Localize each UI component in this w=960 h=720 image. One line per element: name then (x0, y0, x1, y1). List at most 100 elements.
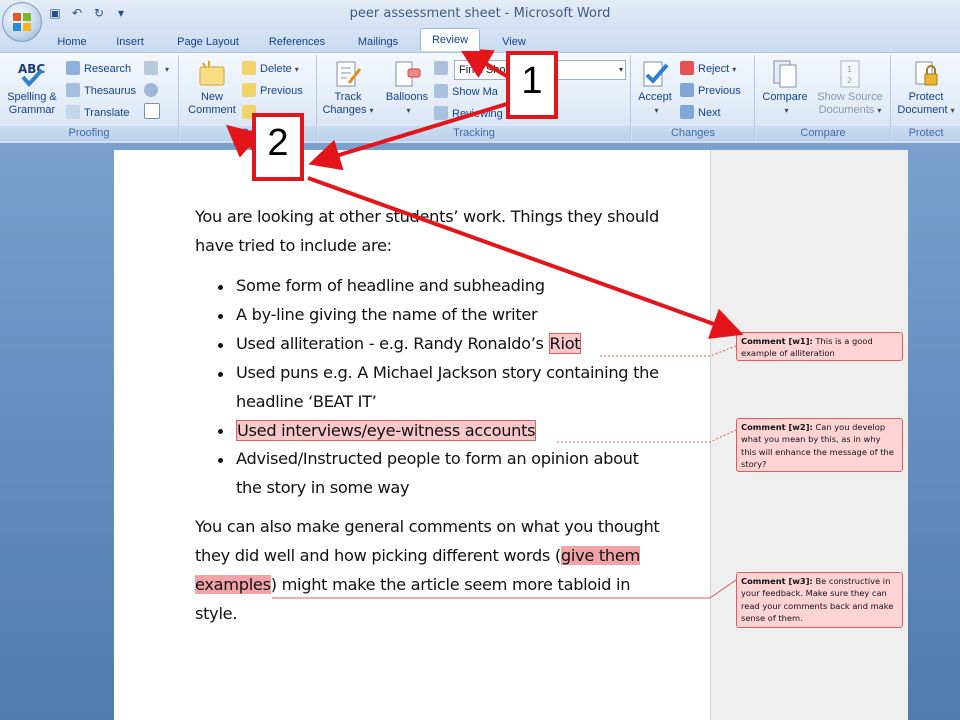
comment-anchor-riot[interactable]: Riot (548, 333, 582, 354)
track-changes-icon (336, 61, 362, 87)
reviewing-pane-icon (434, 106, 448, 120)
thesaurus-label: Thesaurus (84, 85, 136, 97)
next-change-button[interactable]: Next (680, 103, 721, 123)
bullet-item: Advised/Instructed people to form an opi… (236, 449, 639, 468)
comment-anchor-examples[interactable]: examples (195, 575, 271, 594)
para2-line-1: You can also make general comments on wh… (195, 517, 660, 536)
ribbon: ABC Spelling & Grammar Research Thesauru… (0, 52, 960, 144)
spelling-check-icon: ABC (18, 62, 45, 88)
intro-line-2: have tried to include are: (195, 236, 392, 255)
bullet-item: A by-line giving the name of the writer (236, 305, 538, 324)
window-title: peer assessment sheet - Microsoft Word (349, 6, 611, 21)
translate-button[interactable]: Translate (66, 103, 129, 123)
bullet-marker (218, 314, 223, 319)
show-source-label-1: Show Source (817, 91, 883, 103)
globe-icon (144, 83, 158, 97)
comment-anchor-give-them[interactable]: give them (560, 546, 640, 565)
previous-change-label: Previous (698, 85, 741, 97)
combo-arrow-icon: ▾ (618, 65, 623, 74)
bullet-item: Used puns e.g. A Michael Jackson story c… (236, 363, 659, 382)
translation-tooltip-button[interactable] (144, 81, 162, 101)
para2-line-2: they did well and how picking different … (195, 542, 640, 571)
reviewing-pane-button[interactable]: Reviewing (434, 104, 503, 124)
comment-balloon[interactable]: Comment [w1]: This is a good example of … (736, 332, 903, 361)
bullet-marker (218, 372, 223, 377)
intro-line-1: You are looking at other students’ work.… (195, 207, 659, 226)
protect-document-button[interactable]: Protect Document ▾ (894, 59, 958, 117)
lock-icon (915, 61, 938, 86)
translate-icon (66, 105, 80, 119)
track-changes-label-1: Track (334, 91, 362, 103)
tab-view[interactable]: View (492, 33, 536, 51)
alliteration-text: Used alliteration - e.g. Randy Ronaldo’s (236, 334, 549, 353)
tab-home[interactable]: Home (50, 33, 94, 51)
ribbon-tabs: Home Insert Page Layout References Maili… (0, 30, 960, 52)
protect-group-label: Protect (892, 126, 960, 141)
comment-anchor-interviews[interactable]: Used interviews/eye-witness accounts (236, 420, 537, 441)
balloons-button[interactable]: Balloons ▾ (380, 59, 434, 117)
research-button[interactable]: Research (66, 59, 131, 79)
balloons-label: Balloons (385, 91, 429, 103)
compare-icon (773, 60, 797, 88)
thesaurus-button[interactable]: Thesaurus (66, 81, 136, 101)
language-icon (144, 61, 158, 75)
bullet-marker (218, 343, 223, 348)
research-label: Research (84, 63, 132, 75)
word-count-button[interactable] (144, 103, 164, 123)
bullet-item: Used interviews/eye-witness accounts (236, 417, 537, 446)
accept-button[interactable]: Accept ▾ (632, 59, 678, 117)
track-changes-button[interactable]: Track Changes ▾ (320, 59, 376, 117)
bullet-marker (218, 458, 223, 463)
bullet-item-continued: the story in some way (236, 478, 410, 497)
tab-page-layout[interactable]: Page Layout (170, 33, 246, 51)
para2-line-4: style. (195, 604, 238, 623)
compare-group-label: Compare (756, 126, 890, 141)
previous-comment-icon (242, 83, 256, 97)
show-markup-button[interactable]: Show Ma (434, 82, 498, 102)
compare-group: Compare ▾ 1 2 Show Source Documents ▾ Comp… (756, 55, 891, 141)
delete-comment-button[interactable]: Delete ▾ (242, 59, 299, 79)
svg-text:2: 2 (847, 76, 852, 85)
bullet-item-continued: headline ‘BEAT IT’ (236, 392, 377, 411)
new-comment-button[interactable]: New Comment (184, 59, 240, 117)
comment-tag: Comment [w3]: (741, 576, 813, 586)
previous-comment-label: Previous (260, 85, 303, 97)
next-change-icon (680, 105, 694, 119)
comment-tag: Comment [w1]: (741, 336, 813, 346)
proofing-group: ABC Spelling & Grammar Research Thesauru… (0, 55, 179, 141)
callout-number-2: 2 (252, 113, 304, 181)
tracking-group-label: Tracking (318, 126, 630, 141)
research-icon (66, 61, 80, 75)
reject-button[interactable]: Reject ▾ (680, 59, 736, 79)
svg-text:ABC: ABC (18, 62, 45, 76)
balloons-icon (395, 61, 421, 87)
bullet-marker (218, 429, 223, 434)
spelling-grammar-button[interactable]: ABC Spelling & Grammar (2, 59, 62, 117)
changes-group-label: Changes (632, 126, 754, 141)
proofing-group-label: Proofing (0, 126, 178, 141)
tab-review[interactable]: Review (420, 28, 480, 51)
bullet-item: Used alliteration - e.g. Randy Ronaldo’s… (236, 330, 582, 359)
tab-mailings[interactable]: Mailings (348, 33, 408, 51)
spelling-label-1: Spelling & (7, 91, 57, 103)
title-bar: ▣ ↶ ↻ ▾ peer assessment sheet - Microsof… (0, 0, 960, 30)
new-comment-label-2: Comment (188, 104, 236, 116)
previous-comment-button[interactable]: Previous (242, 81, 303, 101)
compare-button[interactable]: Compare ▾ (758, 59, 812, 117)
comment-balloon[interactable]: Comment [w3]: Be constructive in your fe… (736, 572, 903, 628)
show-source-documents-button[interactable]: 1 2 Show Source Documents ▾ (814, 59, 886, 117)
bullet-marker (218, 285, 223, 290)
office-logo-icon (13, 13, 31, 31)
office-button[interactable] (2, 2, 42, 42)
track-changes-label-2: Changes (322, 104, 367, 116)
callout-number-1: 1 (506, 51, 558, 119)
comment-balloon[interactable]: Comment [w2]: Can you develop what you m… (736, 418, 903, 472)
bullet-item: Some form of headline and subheading (236, 276, 545, 295)
thesaurus-icon (66, 83, 80, 97)
tab-insert[interactable]: Insert (108, 33, 152, 51)
tracking-group: Track Changes ▾ Balloons ▾ Final Sho arkup… (318, 55, 631, 141)
set-language-button[interactable]: ▾ (144, 59, 169, 79)
tab-references[interactable]: References (262, 33, 332, 51)
show-markup-icon (434, 84, 448, 98)
previous-change-button[interactable]: Previous (680, 81, 741, 101)
